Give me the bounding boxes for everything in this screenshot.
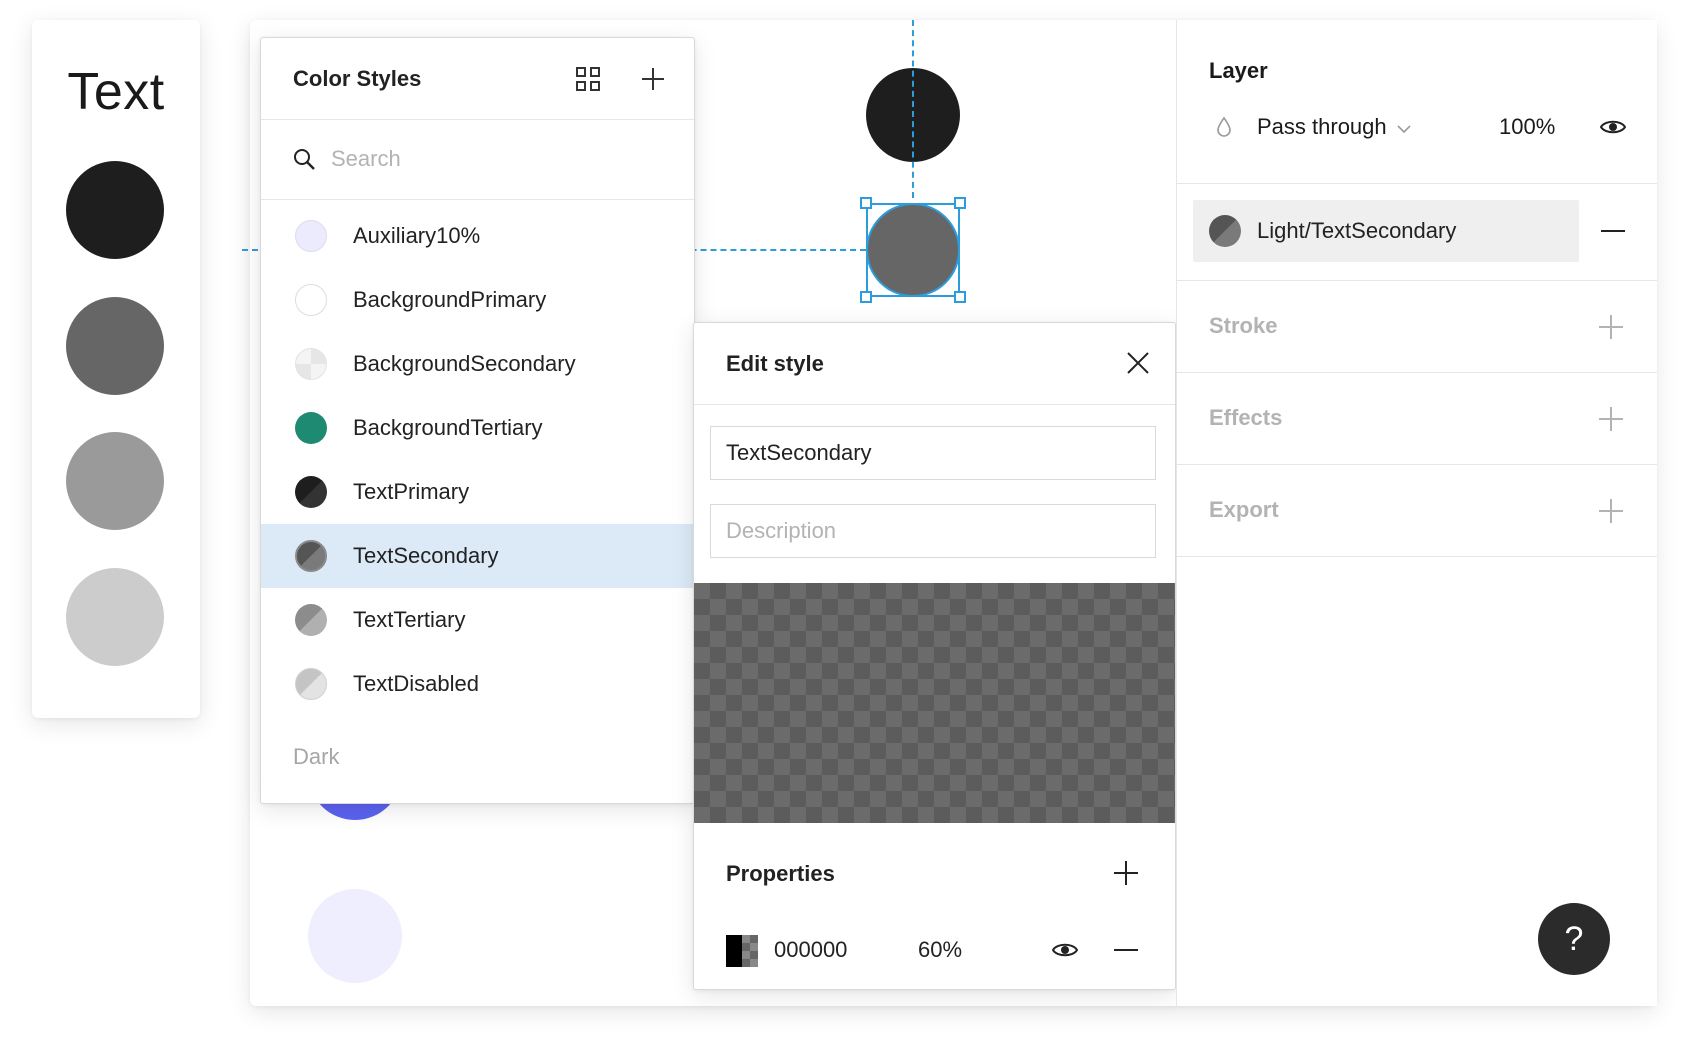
add-stroke-icon[interactable] [1597,313,1625,341]
fill-opacity-value[interactable]: 60% [918,937,962,963]
edit-style-title: Edit style [726,351,824,376]
swatch-text-secondary[interactable] [66,297,164,395]
style-name-input[interactable]: TextSecondary [710,426,1156,480]
fill-swatch-icon[interactable] [726,935,758,967]
style-item-background-tertiary[interactable]: BackgroundTertiary [261,396,694,460]
effects-title: Effects [1209,405,1283,430]
resize-handle-bottom-left[interactable] [860,291,872,303]
edit-style-header: Edit style [694,323,1175,405]
grid-view-icon[interactable] [573,64,603,94]
style-swatch-icon [295,412,327,444]
detach-style-icon[interactable] [1597,216,1629,246]
layer-title: Layer [1209,58,1268,83]
style-item-label: BackgroundTertiary [353,415,543,440]
style-item-label: TextTertiary [353,607,466,632]
style-item-text-tertiary[interactable]: TextTertiary [261,588,694,652]
search-placeholder: Search [331,146,401,171]
blend-mode-label: Pass through [1257,114,1387,139]
properties-panel: Layer Pass through 100% Light/TextSecond… [1176,20,1657,1006]
visibility-eye-icon[interactable] [1050,935,1080,965]
layer-section: Layer Pass through 100% [1177,20,1657,184]
properties-title: Properties [726,861,835,886]
style-swatch-icon [295,220,327,252]
style-swatch-icon [295,668,327,700]
resize-handle-top-left[interactable] [860,197,872,209]
add-effect-icon[interactable] [1597,405,1625,433]
effects-section: Effects [1177,373,1657,465]
layer-opacity-value[interactable]: 100% [1499,114,1555,140]
swatch-text-tertiary[interactable] [66,432,164,530]
fill-style-chip[interactable]: Light/TextSecondary [1193,200,1579,262]
style-search-bar[interactable]: Search [261,120,694,200]
swatch-text-disabled[interactable] [66,568,164,666]
style-swatch-icon [295,476,327,508]
style-description-input[interactable]: Description [710,504,1156,558]
fill-property-row: 000000 60% [694,919,1175,979]
style-swatch-icon [295,348,327,380]
blend-drop-icon [1213,114,1235,140]
resize-handle-bottom-right[interactable] [954,291,966,303]
style-item-label: BackgroundPrimary [353,287,547,312]
swatch-card-title: Text [67,63,165,121]
color-styles-panel: Color Styles Search Auxiliary10% Backgro… [260,37,695,804]
style-swatch-icon [295,604,327,636]
group-label-dark[interactable]: Dark [293,744,339,770]
color-styles-header: Color Styles [261,38,694,120]
help-button[interactable]: ? [1538,903,1610,975]
chevron-down-icon [1397,114,1411,140]
add-property-icon[interactable] [1112,859,1140,887]
style-item-label: Auxiliary10% [353,223,481,248]
style-item-background-primary[interactable]: BackgroundPrimary [261,268,694,332]
export-title: Export [1209,497,1279,522]
color-preview [694,583,1175,823]
blend-mode-dropdown[interactable]: Pass through [1257,114,1411,140]
style-item-label: TextPrimary [353,479,470,504]
fill-style-swatch-icon [1209,215,1241,247]
fill-section: Light/TextSecondary [1177,184,1657,281]
stroke-title: Stroke [1209,313,1278,338]
remove-fill-icon[interactable] [1112,935,1140,965]
style-item-text-primary[interactable]: TextPrimary [261,460,694,524]
color-styles-title: Color Styles [293,66,422,91]
style-item-text-disabled[interactable]: TextDisabled [261,652,694,716]
style-swatch-icon [295,284,327,316]
vertical-guide [912,20,914,198]
search-icon [291,146,317,172]
edit-style-panel: Edit style TextSecondary Description Pro… [693,322,1176,990]
style-item-text-secondary[interactable]: TextSecondary [261,524,694,588]
style-swatch-icon [295,540,327,572]
style-item-label: TextDisabled [353,671,479,696]
add-style-icon[interactable] [638,64,668,94]
export-section: Export [1177,465,1657,557]
layer-visibility-icon[interactable] [1597,112,1629,142]
add-export-icon[interactable] [1597,497,1625,525]
stroke-section: Stroke [1177,281,1657,373]
style-item-auxiliary10[interactable]: Auxiliary10% [261,204,694,268]
resize-handle-top-right[interactable] [954,197,966,209]
lavender-circle[interactable] [308,889,402,983]
selected-circle[interactable] [868,205,958,295]
text-swatch-card: Text [32,20,200,718]
fill-hex-value[interactable]: 000000 [774,937,847,963]
style-item-label: BackgroundSecondary [353,351,576,376]
close-icon[interactable] [1124,349,1152,377]
swatch-text-primary[interactable] [66,161,164,259]
fill-style-name: Light/TextSecondary [1257,218,1457,243]
style-item-label: TextSecondary [353,543,499,568]
style-item-background-secondary[interactable]: BackgroundSecondary [261,332,694,396]
